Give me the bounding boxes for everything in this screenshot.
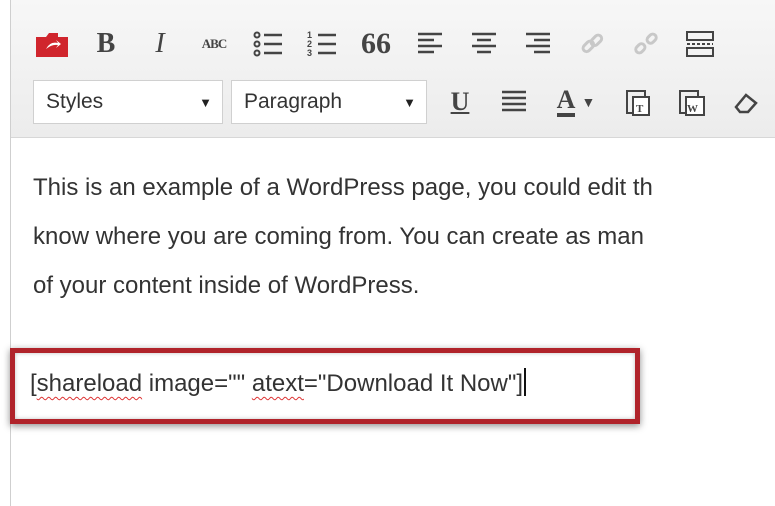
align-left-icon[interactable] [411,22,449,66]
align-right-icon[interactable] [519,22,557,66]
paragraph-line: of your content inside of WordPress. [33,272,420,299]
editor-toolbar: B I ABC 123 66 Styles ▼ Paragraph ▼ U A … [11,0,775,138]
numbered-list-icon[interactable]: 123 [303,22,341,66]
justify-icon[interactable] [495,80,533,124]
svg-text:T: T [636,103,644,115]
styles-select-value: Styles [46,90,104,113]
text-color-button[interactable]: A ▼ [549,80,603,124]
chevron-down-icon: ▼ [403,94,416,110]
text-color-label: A [556,87,576,117]
toolbar-row-2: Styles ▼ Paragraph ▼ U A ▼ T W [11,72,775,132]
more-tag-icon[interactable] [681,22,719,66]
bulleted-list-icon[interactable] [249,22,287,66]
eraser-icon[interactable] [727,80,765,124]
shortcode-image-attr: image="" [142,370,252,397]
chevron-down-icon: ▼ [581,94,596,110]
align-center-icon[interactable] [465,22,503,66]
wp-menu-icon[interactable] [33,22,71,66]
format-select[interactable]: Paragraph ▼ [231,80,427,124]
blockquote-button[interactable]: 66 [357,22,395,66]
editor-content[interactable]: This is an example of a WordPress page, … [33,163,775,310]
shortcode-text[interactable]: [shareload image="" atext="Download It N… [30,360,527,408]
unlink-icon[interactable] [627,22,665,66]
toolbar-row-1: B I ABC 123 66 [11,14,735,74]
text-cursor [524,368,527,396]
svg-text:3: 3 [307,48,312,58]
paragraph-line: know where you are coming from. You can … [33,223,644,250]
shortcode-atext-value: ="Download It Now"] [303,370,524,397]
paste-word-icon[interactable]: W [673,80,711,124]
underline-button[interactable]: U [441,80,479,124]
editor-frame: B I ABC 123 66 Styles ▼ Paragraph ▼ U A … [10,0,775,506]
svg-text:W: W [687,103,698,115]
shortcode-open-bracket: [ [30,370,37,397]
italic-button[interactable]: I [141,22,179,66]
paste-text-icon[interactable]: T [619,80,657,124]
paragraph-line: This is an example of a WordPress page, … [33,174,653,201]
shortcode-tag: shareload [36,370,143,397]
chevron-down-icon: ▼ [199,94,212,110]
strikethrough-button[interactable]: ABC [195,22,233,66]
shortcode-atext-name: atext [251,370,304,397]
styles-select[interactable]: Styles ▼ [33,80,223,124]
link-icon[interactable] [573,22,611,66]
format-select-value: Paragraph [244,90,343,113]
bold-button[interactable]: B [87,22,125,66]
